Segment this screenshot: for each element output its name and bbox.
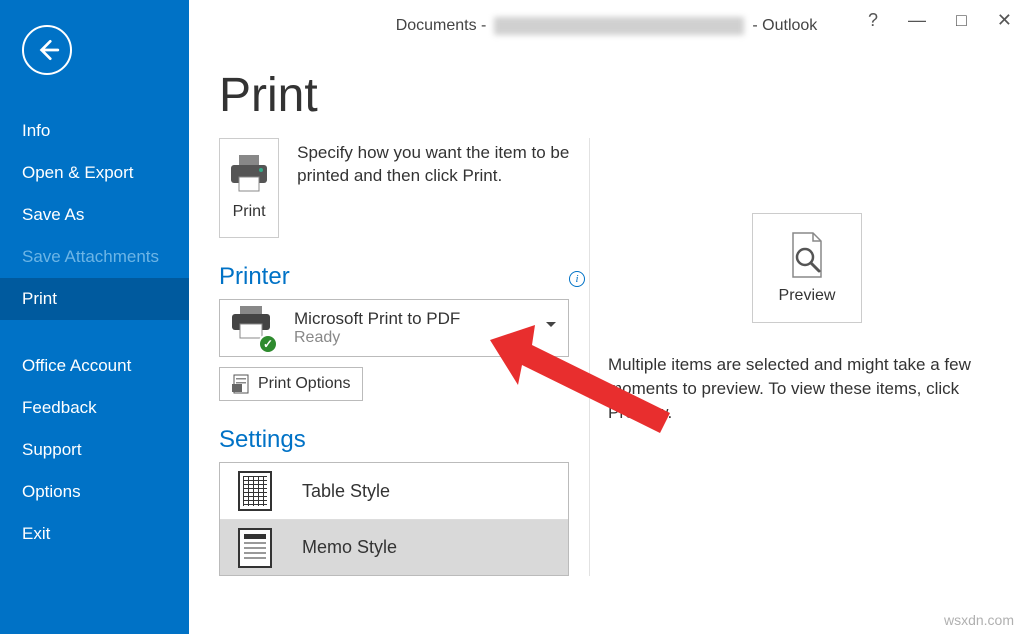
print-options-button[interactable]: Print Options bbox=[219, 367, 363, 401]
printer-section-label: Printer bbox=[219, 263, 290, 290]
printer-icon bbox=[225, 155, 273, 195]
sidebar-item-info[interactable]: Info bbox=[0, 110, 189, 152]
sidebar-item-exit[interactable]: Exit bbox=[0, 513, 189, 555]
print-button-label: Print bbox=[233, 203, 266, 221]
window-controls: ? — □ ✕ bbox=[868, 10, 1012, 31]
preview-icon bbox=[787, 231, 827, 279]
print-instruction: Specify how you want the item to be prin… bbox=[297, 138, 589, 188]
memo-style-icon bbox=[238, 528, 272, 568]
printer-section-header: Printer i bbox=[219, 263, 589, 291]
title-suffix: - Outlook bbox=[752, 17, 817, 35]
settings-item-label: Table Style bbox=[302, 481, 390, 502]
sidebar-item-print[interactable]: Print bbox=[0, 278, 189, 320]
back-button[interactable] bbox=[22, 25, 72, 75]
sidebar-item-office-account[interactable]: Office Account bbox=[0, 345, 189, 387]
sidebar-item-open-export[interactable]: Open & Export bbox=[0, 152, 189, 194]
preview-button[interactable]: Preview bbox=[752, 213, 862, 323]
close-button[interactable]: ✕ bbox=[997, 10, 1012, 31]
table-style-icon bbox=[238, 471, 272, 511]
check-icon: ✓ bbox=[258, 334, 278, 354]
printer-status: Ready bbox=[294, 329, 460, 347]
printer-info-icon[interactable]: i bbox=[569, 271, 585, 287]
settings-memo-style[interactable]: Memo Style bbox=[220, 519, 568, 575]
back-arrow-icon bbox=[34, 37, 60, 63]
sidebar-item-options[interactable]: Options bbox=[0, 471, 189, 513]
printer-ready-icon: ✓ bbox=[228, 304, 276, 352]
help-button[interactable]: ? bbox=[868, 10, 878, 31]
settings-list: Table Style Memo Style bbox=[219, 462, 569, 576]
sidebar-item-save-attachments: Save Attachments bbox=[0, 236, 189, 278]
maximize-button[interactable]: □ bbox=[956, 10, 967, 31]
page-title: Print bbox=[219, 68, 1024, 123]
sidebar-item-support[interactable]: Support bbox=[0, 429, 189, 471]
settings-section-label: Settings bbox=[219, 426, 306, 453]
settings-item-label: Memo Style bbox=[302, 537, 397, 558]
watermark: wsxdn.com bbox=[944, 612, 1014, 628]
sidebar-item-save-as[interactable]: Save As bbox=[0, 194, 189, 236]
title-prefix: Documents - bbox=[396, 17, 487, 35]
printer-name: Microsoft Print to PDF bbox=[294, 309, 460, 329]
chevron-down-icon bbox=[546, 322, 556, 327]
print-options-label: Print Options bbox=[258, 375, 350, 393]
minimize-button[interactable]: — bbox=[908, 10, 926, 31]
settings-section-header: Settings bbox=[219, 426, 589, 454]
print-button[interactable]: Print bbox=[219, 138, 279, 238]
settings-table-style[interactable]: Table Style bbox=[220, 463, 568, 519]
printer-selector[interactable]: ✓ Microsoft Print to PDF Ready bbox=[219, 299, 569, 357]
main-content: Print Print Specify how you want the ite… bbox=[189, 50, 1024, 634]
preview-message: Multiple items are selected and might ta… bbox=[608, 353, 1006, 424]
sidebar-item-feedback[interactable]: Feedback bbox=[0, 387, 189, 429]
backstage-sidebar: Info Open & Export Save As Save Attachme… bbox=[0, 0, 189, 634]
preview-button-label: Preview bbox=[779, 287, 836, 305]
title-redacted bbox=[494, 17, 744, 35]
print-options-icon bbox=[232, 374, 250, 394]
